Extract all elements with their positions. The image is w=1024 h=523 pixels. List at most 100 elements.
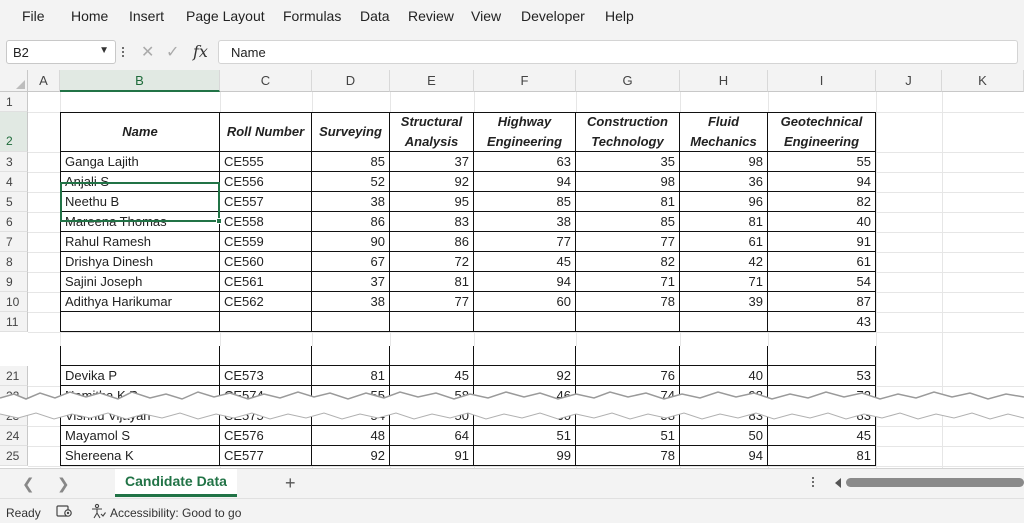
cell-structural-analysis[interactable]: 83	[390, 212, 474, 232]
chevron-left-icon[interactable]: ❮	[22, 475, 35, 493]
cell-roll-number[interactable]: CE557	[220, 192, 312, 212]
menu-help[interactable]: Help	[605, 8, 634, 24]
formula-input[interactable]: Name	[218, 40, 1018, 64]
cell-fluid-mechanics[interactable]: 81	[680, 212, 768, 232]
row-header-2[interactable]: 2	[0, 112, 28, 152]
cell-roll-number[interactable]: CE559	[220, 232, 312, 252]
cell-highway-engineering[interactable]: 77	[474, 232, 576, 252]
cell-name[interactable]: Neethu B	[60, 192, 220, 212]
cell-fluid-mechanics[interactable]: 39	[680, 292, 768, 312]
cell-structural-analysis[interactable]	[390, 346, 474, 366]
cell-fluid-mechanics[interactable]: 61	[680, 232, 768, 252]
cell-structural-analysis[interactable]: 45	[390, 366, 474, 386]
cell-surveying[interactable]: 67	[312, 252, 390, 272]
cell-name[interactable]: Drishya Dinesh	[60, 252, 220, 272]
cell-surveying[interactable]	[312, 346, 390, 366]
cell-construction-technology[interactable]: 77	[576, 232, 680, 252]
cell-name[interactable]: Adithya Harikumar	[60, 292, 220, 312]
select-all-button[interactable]	[0, 70, 28, 92]
cell-roll-number[interactable]: CE556	[220, 172, 312, 192]
cell-roll-number[interactable]: CE577	[220, 446, 312, 466]
column-header-c[interactable]: C	[220, 70, 312, 92]
cell-fluid-mechanics[interactable]: 94	[680, 446, 768, 466]
cell-surveying[interactable]: 38	[312, 192, 390, 212]
header-name[interactable]: Name	[60, 112, 220, 152]
cell-roll-number[interactable]: CE573	[220, 366, 312, 386]
row-header-1[interactable]: 1	[0, 92, 28, 112]
header-structural-analysis[interactable]: Structural Analysis	[390, 112, 474, 152]
cell-fluid-mechanics[interactable]: 71	[680, 272, 768, 292]
cell-name[interactable]: Ganga Lajith	[60, 152, 220, 172]
row-header[interactable]: 3	[0, 152, 28, 172]
column-header-f[interactable]: F	[474, 70, 576, 92]
column-header-g[interactable]: G	[576, 70, 680, 92]
cell-surveying[interactable]: 81	[312, 366, 390, 386]
cell-construction-technology[interactable]: 76	[576, 366, 680, 386]
cell-geotechnical-engineering[interactable]: 45	[768, 426, 876, 446]
cell-highway-engineering[interactable]	[474, 312, 576, 332]
cell-name[interactable]	[60, 312, 220, 332]
menu-page-layout[interactable]: Page Layout	[186, 8, 265, 24]
column-header-j[interactable]: J	[876, 70, 942, 92]
cell-surveying[interactable]: 48	[312, 426, 390, 446]
row-header[interactable]: 4	[0, 172, 28, 192]
cell-geotechnical-engineering[interactable]: 91	[768, 232, 876, 252]
column-header-k[interactable]: K	[942, 70, 1024, 92]
cell-construction-technology[interactable]: 35	[576, 152, 680, 172]
cell-highway-engineering[interactable]	[474, 346, 576, 366]
cell-structural-analysis[interactable]: 64	[390, 426, 474, 446]
header-construction-technology[interactable]: Construction Technology	[576, 112, 680, 152]
cell-name[interactable]: Anjali S	[60, 172, 220, 192]
cell-fluid-mechanics[interactable]	[680, 312, 768, 332]
menu-review[interactable]: Review	[408, 8, 454, 24]
row-header[interactable]: 9	[0, 272, 28, 292]
cell-roll-number[interactable]: CE576	[220, 426, 312, 446]
cell-name[interactable]: Mareena Thomas	[60, 212, 220, 232]
more-options-icon[interactable]	[812, 477, 814, 489]
cell-structural-analysis[interactable]: 72	[390, 252, 474, 272]
cell-fluid-mechanics[interactable]: 98	[680, 152, 768, 172]
cell-construction-technology[interactable]: 81	[576, 192, 680, 212]
cell-structural-analysis[interactable]: 92	[390, 172, 474, 192]
header-highway-engineering[interactable]: Highway Engineering	[474, 112, 576, 152]
column-header-i[interactable]: I	[768, 70, 876, 92]
cell-surveying[interactable]: 37	[312, 272, 390, 292]
row-header[interactable]: 24	[0, 426, 28, 446]
cell-fluid-mechanics[interactable]: 42	[680, 252, 768, 272]
cell-construction-technology[interactable]	[576, 312, 680, 332]
cell-fluid-mechanics[interactable]: 96	[680, 192, 768, 212]
cell-geotechnical-engineering[interactable]: 87	[768, 292, 876, 312]
column-header-h[interactable]: H	[680, 70, 768, 92]
cell-construction-technology[interactable]: 78	[576, 446, 680, 466]
cell-highway-engineering[interactable]: 94	[474, 172, 576, 192]
scroll-left-arrow[interactable]	[835, 478, 841, 488]
cell-surveying[interactable]: 90	[312, 232, 390, 252]
cell-highway-engineering[interactable]: 60	[474, 292, 576, 312]
cell-name[interactable]: Shereena K	[60, 446, 220, 466]
plus-icon[interactable]: +	[285, 473, 296, 494]
cell-structural-analysis[interactable]	[390, 312, 474, 332]
cell-name[interactable]: Devika P	[60, 366, 220, 386]
cell-highway-engineering[interactable]: 99	[474, 446, 576, 466]
menu-file[interactable]: File	[22, 8, 45, 24]
menu-view[interactable]: View	[471, 8, 501, 24]
cell-roll-number[interactable]: CE555	[220, 152, 312, 172]
menu-data[interactable]: Data	[360, 8, 390, 24]
cell-highway-engineering[interactable]: 92	[474, 366, 576, 386]
row-header[interactable]: 7	[0, 232, 28, 252]
cell-construction-technology[interactable]: 85	[576, 212, 680, 232]
header-fluid-mechanics[interactable]: Fluid Mechanics	[680, 112, 768, 152]
chevron-down-icon[interactable]: ▼	[99, 45, 109, 56]
column-header-b[interactable]: B	[60, 70, 220, 92]
row-header[interactable]: 11	[0, 312, 28, 332]
cell-name[interactable]: Mayamol S	[60, 426, 220, 446]
cell-construction-technology[interactable]: 98	[576, 172, 680, 192]
row-header[interactable]: 25	[0, 446, 28, 466]
cell-name[interactable]: Rahul Ramesh	[60, 232, 220, 252]
row-header[interactable]: 21	[0, 366, 28, 386]
accessibility-icon[interactable]	[90, 503, 106, 519]
more-options-icon[interactable]	[122, 47, 125, 59]
cell-geotechnical-engineering[interactable]: 55	[768, 152, 876, 172]
cell-geotechnical-engineering[interactable]: 43	[768, 312, 876, 332]
macro-recording-icon[interactable]	[56, 504, 72, 518]
